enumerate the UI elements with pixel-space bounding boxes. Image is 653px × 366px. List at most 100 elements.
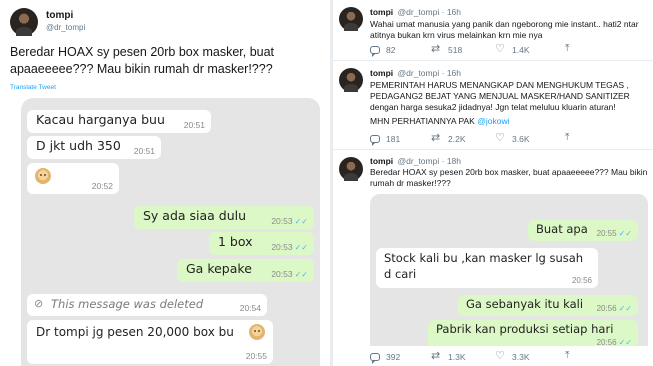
- share-button[interactable]: [565, 350, 582, 362]
- retweet-button[interactable]: 2.2K: [431, 131, 466, 144]
- avatar[interactable]: [10, 8, 38, 37]
- avatar[interactable]: [339, 157, 363, 181]
- author-name[interactable]: tompi: [46, 10, 73, 21]
- retweet-button[interactable]: 1.3K: [431, 349, 466, 362]
- tweet-header: tompi @dr_tompi · 16h: [370, 7, 461, 17]
- message-text: Kacau harganya buu: [36, 112, 165, 127]
- avatar[interactable]: [339, 68, 363, 92]
- heart-icon: [495, 42, 506, 55]
- tweet-text-line: MHN PERHATIANNYA PAK @jokowi: [370, 116, 648, 127]
- like-button[interactable]: 3.3K: [495, 349, 530, 362]
- reply-count: 82: [386, 45, 396, 55]
- message-time-wrap: 20:56 ✓✓: [597, 304, 632, 313]
- author-handle[interactable]: @dr_tompi: [398, 68, 440, 78]
- author-handle[interactable]: @dr_tompi: [46, 23, 85, 32]
- chat-screenshot[interactable]: Buat apa 20:55 ✓✓ Stock kali bu ,kan mask…: [370, 194, 648, 346]
- share-icon: [565, 132, 576, 144]
- share-button[interactable]: [565, 132, 582, 144]
- author-name[interactable]: tompi: [370, 68, 393, 78]
- separator: ·: [441, 156, 445, 166]
- tweet-header: tompi @dr_tompi · 16h: [370, 68, 461, 78]
- message-text: Dr tompi jg pesen 20,000 box bu: [36, 325, 234, 339]
- share-icon: [565, 350, 576, 362]
- tweet-age[interactable]: 16h: [447, 7, 461, 17]
- chat-message: Kacau harganya buu 20:51: [27, 110, 211, 133]
- retweet-icon: [431, 349, 442, 362]
- retweet-icon: [431, 42, 442, 55]
- retweet-button[interactable]: 518: [431, 42, 463, 55]
- message-time-wrap: 20:55 ✓✓: [597, 229, 632, 238]
- like-button[interactable]: 3.6K: [495, 131, 530, 144]
- tweet-age[interactable]: 18h: [447, 156, 461, 166]
- message-time: 20:56: [596, 338, 617, 346]
- tweet-text-line: apaaeeeee??? Mau bikin rumah dr masker!?…: [10, 62, 273, 76]
- separator: ·: [441, 68, 445, 78]
- author-name[interactable]: tompi: [370, 7, 393, 17]
- message-text: Sy ada siaa dulu: [143, 208, 247, 223]
- share-icon: [565, 43, 576, 55]
- author-handle[interactable]: @dr_tompi: [398, 7, 440, 17]
- message-time: 20:55: [245, 351, 267, 361]
- read-receipt-icon: ✓✓: [618, 338, 632, 346]
- read-receipt-icon: ✓✓: [294, 270, 308, 279]
- heart-icon: [495, 349, 506, 362]
- chat-message: 20:52: [27, 163, 119, 194]
- like-button[interactable]: 1.4K: [495, 42, 530, 55]
- tweet[interactable]: tompi @dr_tompi · 16h Wahai umat manusia…: [333, 0, 653, 61]
- tweet-age[interactable]: 16h: [447, 68, 461, 78]
- chat-message: Buat apa 20:55 ✓✓: [528, 220, 638, 241]
- left-tweet: tompi @dr_tompi Beredar HOAX sy pesen 20…: [0, 0, 330, 366]
- read-receipt-icon: ✓✓: [294, 217, 308, 226]
- tweet-text-line: Beredar HOAX sy pesen 20rb box masker, b…: [10, 45, 275, 59]
- author-name[interactable]: tompi: [370, 156, 393, 166]
- woman-emoji-icon: [249, 324, 265, 340]
- message-text: d cari: [384, 267, 417, 281]
- reply-icon: [370, 46, 380, 57]
- message-time: 20:51: [183, 120, 205, 130]
- reply-icon: [370, 135, 380, 146]
- heart-icon: [495, 131, 506, 144]
- chat-screenshot[interactable]: Kacau harganya buu 20:51 D jkt udh 350 2…: [21, 98, 320, 366]
- message-text: Ga kepake: [186, 261, 252, 276]
- reply-count: 181: [386, 134, 401, 144]
- like-count: 3.3K: [512, 352, 530, 362]
- chat-message: Dr tompi jg pesen 20,000 box bu 20:55: [27, 320, 273, 364]
- retweet-count: 1.3K: [448, 352, 466, 362]
- message-time: 20:56: [571, 276, 592, 285]
- read-receipt-icon: ✓✓: [618, 304, 632, 313]
- reply-button[interactable]: 82: [370, 45, 396, 57]
- chat-message: D jkt udh 350 20:51: [27, 136, 161, 159]
- retweet-count: 518: [448, 45, 463, 55]
- message-text: D jkt udh 350: [36, 138, 121, 153]
- read-receipt-icon: ✓✓: [294, 243, 308, 252]
- message-time: 20:53: [271, 216, 293, 226]
- tweet-header: tompi @dr_tompi · 18h: [370, 156, 461, 166]
- tweet-list: tompi @dr_tompi · 16h Wahai umat manusia…: [333, 0, 653, 366]
- avatar[interactable]: [339, 7, 363, 31]
- reply-count: 392: [386, 352, 401, 362]
- deleted-icon: ⊘: [34, 297, 44, 310]
- message-time: 20:53: [271, 269, 293, 279]
- retweet-count: 2.2K: [448, 134, 466, 144]
- translate-tweet-link[interactable]: Translate Tweet: [10, 84, 56, 91]
- mention-link[interactable]: @jokowi: [477, 116, 509, 126]
- reply-button[interactable]: 181: [370, 134, 401, 146]
- chat-message: 1 box 20:53 ✓✓: [209, 232, 314, 255]
- deleted-message: ⊘ This message was deleted 20:54: [27, 294, 267, 316]
- message-time-wrap: 20:53 ✓✓: [271, 242, 308, 252]
- share-button[interactable]: [565, 43, 582, 55]
- tweet-actions: 181 2.2K 3.6K: [370, 131, 620, 146]
- chat-message: Ga sebanyak itu kali 20:56 ✓✓: [458, 295, 638, 316]
- tweet-text: Wahai umat manusia yang panik dan ngebor…: [370, 19, 639, 40]
- reply-button[interactable]: 392: [370, 352, 401, 364]
- author-handle[interactable]: @dr_tompi: [398, 156, 440, 166]
- tweet-text: Beredar HOAX sy pesen 20rb box masker, b…: [370, 167, 648, 188]
- message-text: Pabrik kan produksi setiap hari: [436, 322, 614, 336]
- tweet[interactable]: tompi @dr_tompi · 16h PEMERINTAH HARUS M…: [333, 62, 653, 150]
- chat-message: Pabrik kan produksi setiap hari 20:56 ✓✓: [428, 320, 638, 346]
- woman-emoji-icon: [35, 168, 51, 184]
- message-text: Ga sebanyak itu kali: [466, 297, 584, 311]
- tweet-text: Beredar HOAX sy pesen 20rb box masker, b…: [10, 44, 320, 78]
- chat-message: Sy ada siaa dulu 20:53 ✓✓: [134, 206, 314, 229]
- message-text: Buat apa: [536, 222, 588, 236]
